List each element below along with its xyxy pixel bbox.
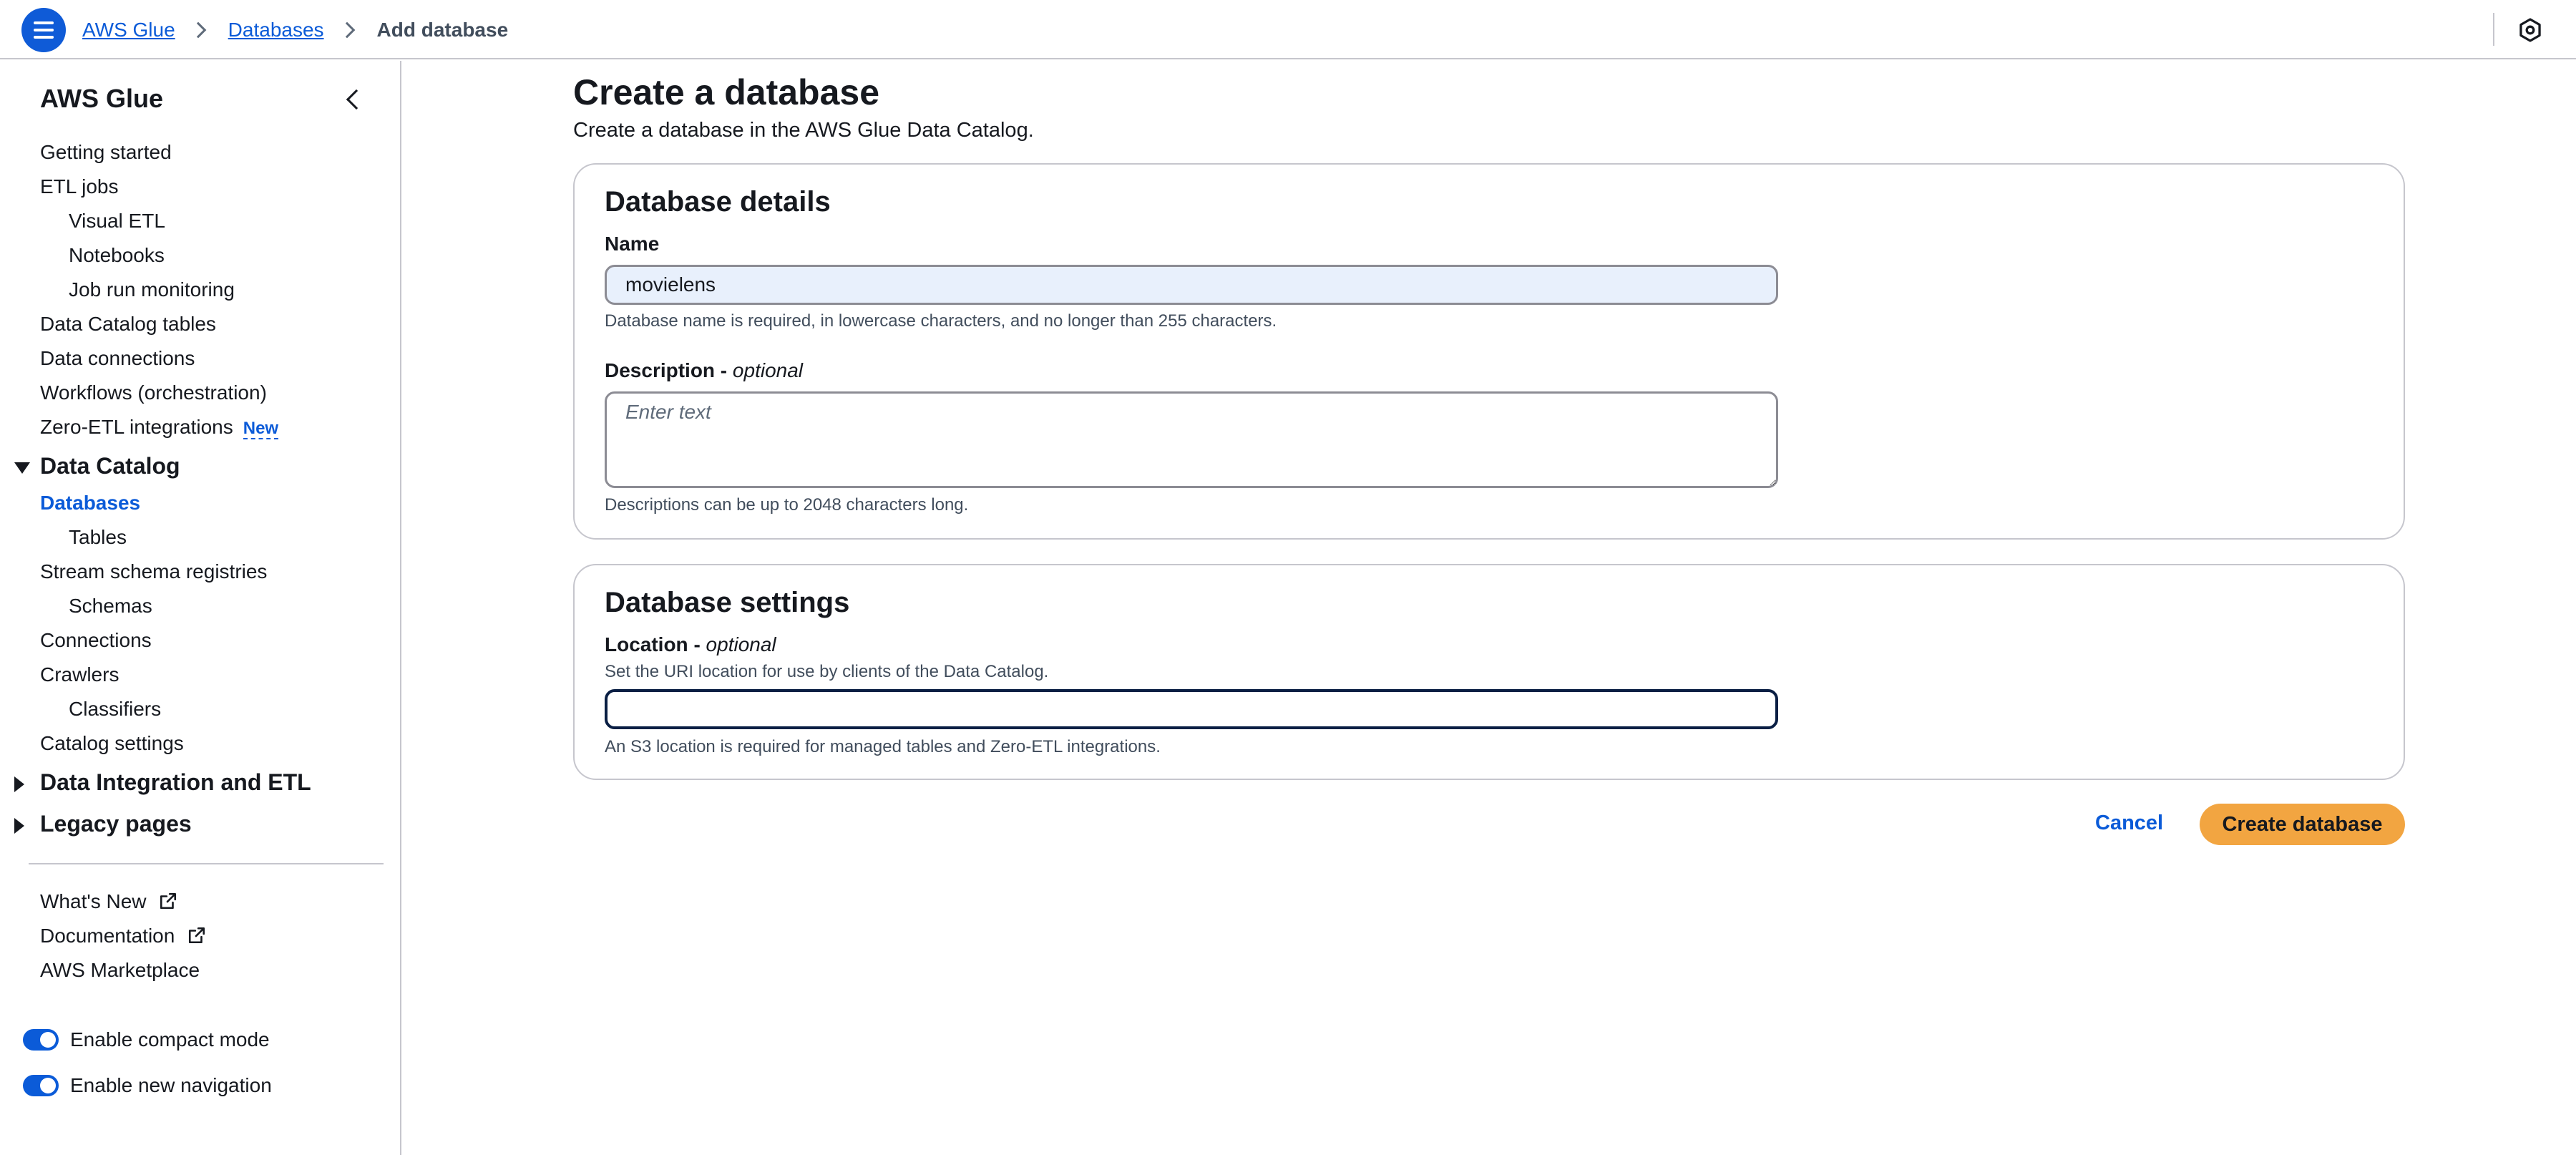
sidebar-item-getting-started[interactable]: Getting started: [40, 141, 172, 164]
optional-text: optional: [732, 359, 804, 381]
compact-mode-label: Enable compact mode: [70, 1028, 270, 1051]
optional-text: optional: [706, 633, 776, 656]
page-title: Create a database: [573, 72, 880, 112]
sidebar-item-schemas[interactable]: Schemas: [69, 595, 152, 618]
new-navigation-toggle[interactable]: [23, 1075, 59, 1096]
sidebar-item-visual-etl[interactable]: Visual ETL: [69, 210, 165, 233]
breadcrumb: AWS Glue Databases Add database: [82, 16, 508, 44]
location-label-text: Location -: [605, 633, 706, 656]
sidebar-item-data-catalog-tables[interactable]: Data Catalog tables: [40, 313, 216, 336]
sidebar-item-etl-jobs[interactable]: ETL jobs: [40, 175, 118, 198]
link-label: What's New: [40, 890, 147, 912]
sidebar-item-catalog-settings[interactable]: Catalog settings: [40, 732, 184, 755]
name-label: Name: [605, 233, 660, 255]
description-label-text: Description -: [605, 359, 733, 381]
chevron-right-icon: [338, 21, 355, 39]
chevron-right-icon: [190, 21, 206, 39]
sidebar-item-label: Zero-ETL integrations: [40, 416, 233, 438]
create-database-button[interactable]: Create database: [2200, 804, 2405, 845]
section-label: Legacy pages: [40, 811, 192, 837]
cancel-button[interactable]: Cancel: [2095, 812, 2163, 835]
new-badge: New: [243, 419, 279, 439]
breadcrumb-aws-glue[interactable]: AWS Glue: [82, 19, 175, 42]
external-link-icon: [160, 892, 177, 910]
caret-right-icon: [14, 817, 24, 834]
sidebar-item-classifiers[interactable]: Classifiers: [69, 698, 161, 721]
topbar-divider: [2493, 13, 2494, 46]
database-details-panel: Database details Name Database name is r…: [573, 163, 2405, 540]
settings-hexagon-icon[interactable]: [2517, 17, 2543, 43]
external-link-icon: [189, 927, 205, 944]
link-whats-new[interactable]: What's New: [40, 890, 177, 913]
description-textarea[interactable]: [605, 391, 1778, 488]
compact-mode-row: Enable compact mode: [23, 1028, 270, 1051]
description-label: Description - optional: [605, 359, 803, 382]
sidebar-item-databases[interactable]: Databases: [40, 492, 140, 515]
sidebar-item-connections[interactable]: Connections: [40, 629, 152, 652]
new-navigation-label: Enable new navigation: [70, 1074, 272, 1096]
location-label: Location - optional: [605, 633, 776, 656]
menu-icon[interactable]: [21, 8, 66, 52]
database-details-heading: Database details: [605, 186, 831, 218]
sidebar-item-crawlers[interactable]: Crawlers: [40, 663, 119, 686]
breadcrumb-databases[interactable]: Databases: [228, 19, 324, 42]
new-navigation-row: Enable new navigation: [23, 1074, 272, 1097]
location-hint: An S3 location is required for managed t…: [605, 737, 1161, 756]
section-data-integration[interactable]: Data Integration and ETL: [14, 769, 311, 796]
sidebar-item-notebooks[interactable]: Notebooks: [69, 244, 165, 267]
section-data-catalog[interactable]: Data Catalog: [14, 453, 180, 479]
page-subtitle: Create a database in the AWS Glue Data C…: [573, 119, 1034, 142]
breadcrumb-current: Add database: [376, 19, 509, 41]
section-label: Data Catalog: [40, 453, 180, 479]
section-label: Data Integration and ETL: [40, 769, 311, 795]
location-input[interactable]: [605, 689, 1778, 729]
link-aws-marketplace[interactable]: AWS Marketplace: [40, 959, 200, 982]
name-input[interactable]: [605, 265, 1778, 305]
caret-right-icon: [14, 776, 24, 792]
sidebar-item-tables[interactable]: Tables: [69, 526, 127, 549]
sidebar-item-job-run-monitoring[interactable]: Job run monitoring: [69, 278, 235, 301]
sidebar-item-workflows[interactable]: Workflows (orchestration): [40, 381, 267, 404]
caret-down-icon: [14, 462, 30, 474]
name-hint: Database name is required, in lowercase …: [605, 311, 1277, 331]
top-navigation-bar: AWS Glue Databases Add database: [0, 0, 2576, 59]
section-legacy-pages[interactable]: Legacy pages: [14, 811, 192, 837]
sidebar-item-data-connections[interactable]: Data connections: [40, 347, 195, 370]
sidebar-title: AWS Glue: [40, 84, 164, 113]
sidebar-item-zero-etl[interactable]: Zero-ETL integrations New: [40, 416, 279, 439]
link-label: Documentation: [40, 925, 175, 947]
sidebar-divider: [29, 863, 384, 864]
sidebar: AWS Glue Getting started ETL jobs Visual…: [0, 61, 401, 1155]
collapse-sidebar-icon[interactable]: [346, 89, 367, 110]
sidebar-item-stream-schema-registries[interactable]: Stream schema registries: [40, 560, 267, 583]
description-hint: Descriptions can be up to 2048 character…: [605, 495, 969, 515]
location-description: Set the URI location for use by clients …: [605, 662, 1049, 681]
database-settings-panel: Database settings Location - optional Se…: [573, 564, 2405, 780]
compact-mode-toggle[interactable]: [23, 1029, 59, 1051]
database-settings-heading: Database settings: [605, 587, 850, 618]
link-documentation[interactable]: Documentation: [40, 925, 206, 947]
